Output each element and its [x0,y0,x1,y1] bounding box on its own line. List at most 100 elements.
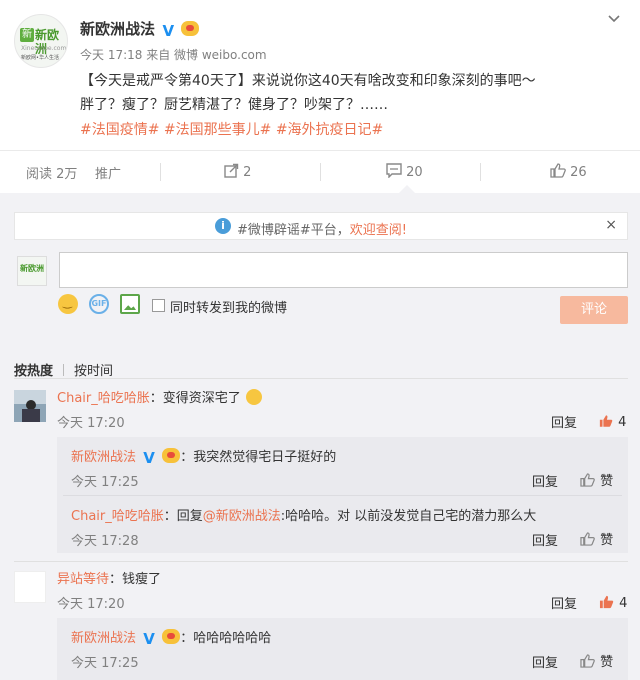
divider [14,561,628,562]
like-count: 26 [570,165,587,180]
chevron-down-icon[interactable] [608,12,620,26]
comment-like-count: 4 [619,596,628,611]
reply-like-label: 赞 [600,474,614,489]
comment-time: 今天 17:20 [57,597,125,612]
reply-text: ：哈哈哈哈哈哈 [180,631,272,646]
member-crown-icon [162,448,181,463]
comment-text: ：变得资深宅了 [149,391,241,406]
commenter-avatar[interactable] [14,571,46,603]
promote-link[interactable]: 推广 [95,163,121,182]
post-content: 【今天是戒严令第40天了】来说说你这40天有啥改变和印象深刻的事吧～ 胖了？瘦了… [80,69,625,117]
comment-button[interactable]: 20 [386,163,423,180]
reply-time: 今天 17:28 [71,534,139,549]
comment-user[interactable]: Chair_哈吃哈胀 [57,391,150,406]
reply-like-button[interactable]: 赞 [580,470,613,489]
reply-user[interactable]: 新欧洲战法 [71,450,136,465]
verified-icon: V [160,23,177,39]
reply-user[interactable]: Chair_哈吃哈胀 [71,509,164,524]
avatar-logo-subtitle: Xineurope.com [21,45,67,52]
comment-text: ：钱瘦了 [109,572,162,587]
divider [63,364,65,376]
my-avatar-text: 新欧洲 [20,264,44,273]
comment-input[interactable] [59,252,628,288]
post-content-line: 胖了？瘦了？厨艺精湛了？健身了？吵架了？…… [80,97,388,113]
divider [320,163,321,181]
reply-time: 今天 17:25 [71,656,139,671]
emoji-icon[interactable] [58,294,78,314]
read-count: 阅读 2万 [26,167,78,182]
member-crown-icon [162,629,181,644]
rumor-notice: i #微博辟谣#平台，欢迎查阅! × [14,212,628,240]
share-icon [224,163,239,178]
author-avatar[interactable]: 新 新欧洲 Xineurope.com 新欧网•华人生活 [14,14,68,68]
reply-button[interactable]: 回复 [551,412,577,431]
comment-time: 今天 17:20 [57,416,125,431]
reply-text: :哈哈哈。对 以前没发觉自己宅的潜力那么大 [280,509,537,524]
info-icon: i [215,218,231,234]
divider [14,378,628,379]
sort-tabs: 按热度 按时间 [14,360,113,379]
thumbs-up-icon [550,163,566,178]
thumbs-up-icon [580,532,595,546]
comment-like-button[interactable]: 4 [599,592,627,611]
reply-body: 新欧洲战法 V ：我突然觉得宅日子挺好的 [71,446,336,466]
comment-icon [386,163,402,179]
author-name[interactable]: 新欧洲战法 [80,20,155,38]
reply-like-button[interactable]: 赞 [580,529,613,548]
reply-button[interactable]: 回复 [532,530,558,549]
reply-text-prefix: ：回复 [163,509,203,524]
avatar-logo-tagline: 新欧网•华人生活 [21,55,59,61]
forward-checkbox[interactable] [152,299,165,312]
panel-pointer [399,185,415,193]
thumbs-up-icon [580,654,595,668]
reply-body: 新欧洲战法 V ：哈哈哈哈哈哈 [71,627,271,647]
my-avatar: 新欧洲 [17,256,47,286]
post-time[interactable]: 今天 17:18 [80,48,142,62]
thumbs-up-icon [599,415,613,427]
comment-body: 异站等待：钱瘦了 [57,568,161,587]
reply-user[interactable]: 新欧洲战法 [71,631,136,646]
logo-mark: 新 [20,28,34,42]
reply-like-button[interactable]: 赞 [580,651,613,670]
submit-comment-button[interactable]: 评论 [560,296,628,324]
thumbs-up-icon [599,595,614,609]
comment-user[interactable]: 异站等待 [57,572,109,587]
comment-body: Chair_哈吃哈胀：变得资深宅了 [57,387,262,406]
reply-time: 今天 17:25 [71,475,139,490]
comment-like-button[interactable]: 4 [599,411,626,430]
divider [63,495,622,496]
post-content-line: 【今天是戒严令第40天了】来说说你这40天有啥改变和印象深刻的事吧～ [80,73,536,89]
reply-button[interactable]: 回复 [532,471,558,490]
comment-count: 20 [406,165,423,180]
comment-like-count: 4 [618,415,627,430]
reply-button[interactable]: 回复 [532,652,558,671]
reply-text: ：我突然觉得宅日子挺好的 [180,450,337,465]
reply-like-label: 赞 [600,533,614,548]
share-button[interactable]: 2 [224,163,251,180]
image-icon[interactable] [120,294,140,314]
verified-icon: V [143,449,155,467]
gif-icon[interactable]: GIF [89,294,109,314]
share-count: 2 [243,165,252,180]
grin-emoji-icon [245,389,262,405]
thumbs-up-icon [580,473,595,487]
post-tags[interactable]: #法国疫情# #法国那些事儿# #海外抗疫日记# [80,119,383,139]
post-meta: 今天 17:18 来自 微博 weibo.com [80,46,267,63]
reply-button[interactable]: 回复 [551,593,577,612]
sort-by-hot[interactable]: 按热度 [14,364,53,379]
member-crown-icon [181,21,200,36]
notice-link[interactable]: 欢迎查阅! [350,223,407,238]
sort-by-time[interactable]: 按时间 [74,364,113,379]
divider [160,163,161,181]
close-icon[interactable]: × [605,217,617,233]
author-header: 新欧洲战法 V [80,18,200,39]
mention-link[interactable]: @新欧洲战法 [203,509,281,524]
reply-like-label: 赞 [600,655,614,670]
post-source[interactable]: 来自 微博 weibo.com [146,48,266,62]
verified-icon: V [143,630,155,648]
divider [480,163,481,181]
notice-text-pre[interactable]: #微博辟谣#平台， [237,223,350,238]
like-button[interactable]: 26 [550,163,587,180]
commenter-avatar[interactable] [14,390,46,422]
notice-text: #微博辟谣#平台，欢迎查阅! [237,219,407,238]
